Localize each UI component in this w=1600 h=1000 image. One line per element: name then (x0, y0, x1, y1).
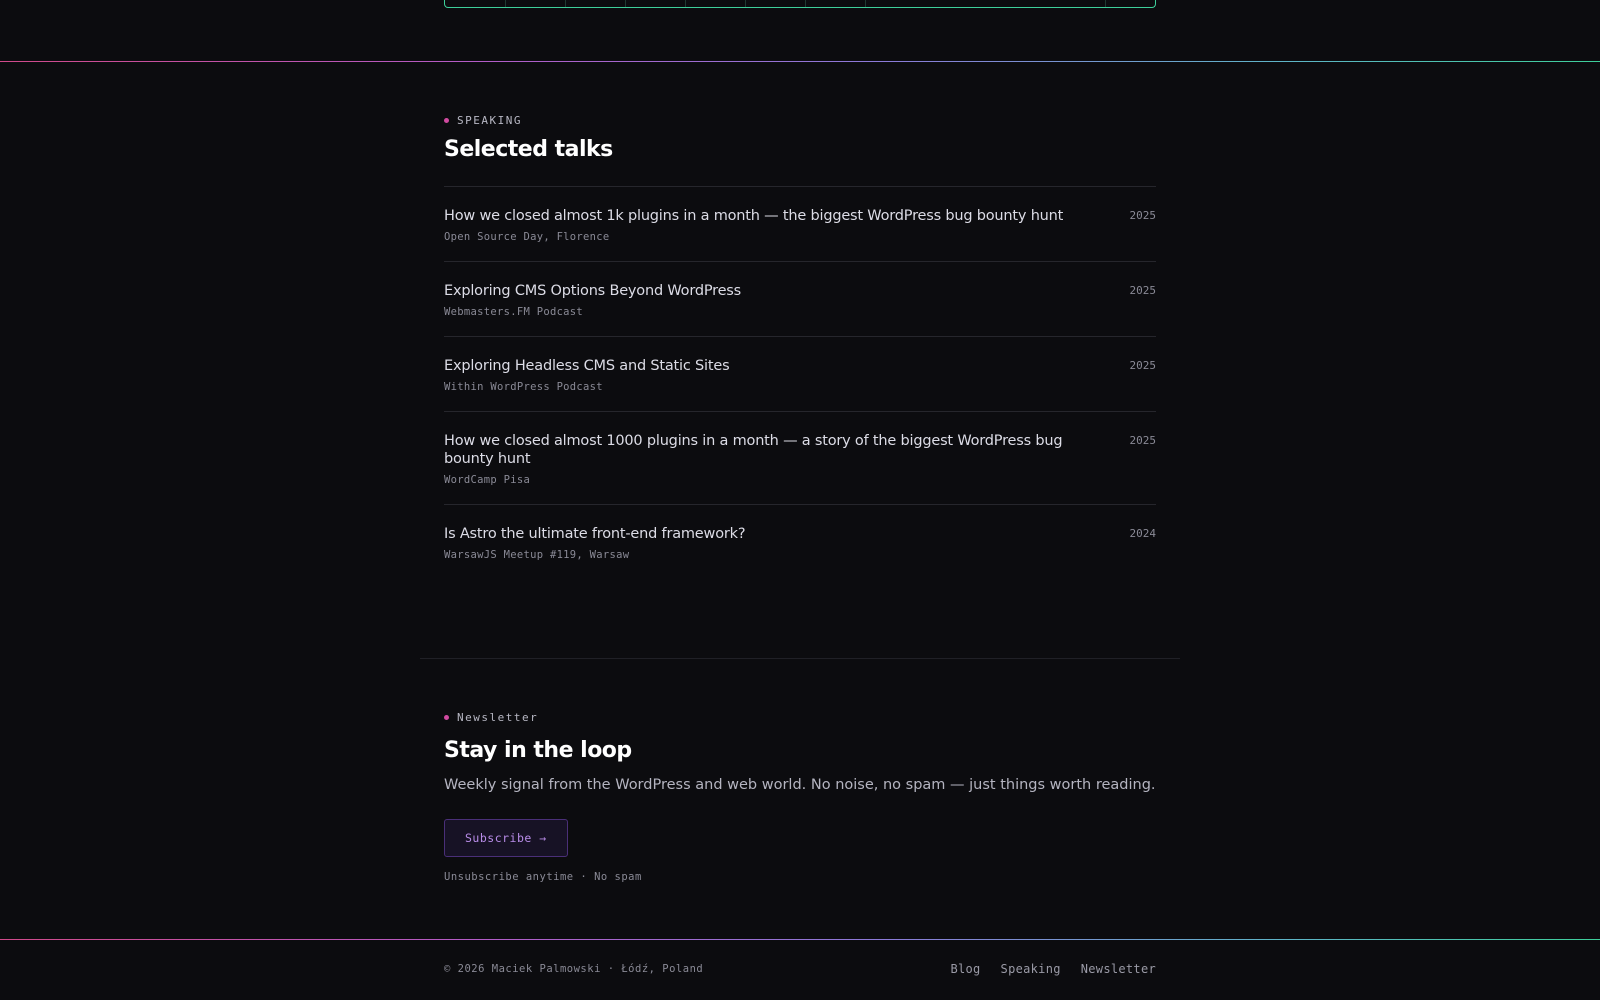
gradient-divider-top (0, 61, 1600, 62)
box-cell-divider (865, 0, 866, 7)
talk-main: Exploring CMS Options Beyond WordPress W… (444, 282, 1074, 318)
newsletter-description: Weekly signal from the WordPress and web… (444, 777, 1156, 793)
talk-item[interactable]: Is Astro the ultimate front-end framewor… (444, 505, 1156, 579)
box-cell-divider (565, 0, 566, 7)
talk-year: 2025 (1129, 434, 1157, 447)
talk-title[interactable]: Exploring Headless CMS and Static Sites (444, 357, 1074, 375)
newsletter-eyebrow-label: Newsletter (457, 711, 539, 724)
box-cell-divider (1105, 0, 1106, 7)
talk-item[interactable]: How we closed almost 1k plugins in a mon… (444, 187, 1156, 262)
eyebrow-dot-icon (444, 715, 449, 720)
previous-section-box (444, 0, 1156, 8)
talk-year: 2025 (1129, 209, 1157, 222)
talk-title[interactable]: How we closed almost 1000 plugins in a m… (444, 432, 1074, 468)
speaking-eyebrow: SPEAKING (444, 114, 1156, 127)
box-cell-divider (805, 0, 806, 7)
footer-link-speaking[interactable]: Speaking (1001, 962, 1061, 976)
talk-venue: Webmasters.FM Podcast (444, 306, 584, 318)
talk-list: How we closed almost 1k plugins in a mon… (444, 186, 1156, 579)
talk-year: 2025 (1129, 359, 1157, 372)
talk-main: Exploring Headless CMS and Static Sites … (444, 357, 1074, 393)
talk-year: 2024 (1129, 527, 1157, 540)
talk-venue: Open Source Day, Florence (444, 231, 610, 243)
newsletter-section: Newsletter Stay in the loop Weekly signa… (444, 711, 1156, 883)
eyebrow-dot-icon (444, 118, 449, 123)
footer-copyright: © 2026 Maciek Palmowski · Łódź, Poland (444, 963, 704, 975)
talk-venue: WordCamp Pisa (444, 474, 531, 486)
newsletter-note: Unsubscribe anytime · No spam (444, 871, 642, 883)
talk-main: How we closed almost 1k plugins in a mon… (444, 207, 1074, 243)
talk-venue: Within WordPress Podcast (444, 381, 603, 393)
speaking-eyebrow-label: SPEAKING (457, 114, 522, 127)
talk-main: Is Astro the ultimate front-end framewor… (444, 525, 1074, 561)
talk-venue: WarsawJS Meetup #119, Warsaw (444, 549, 630, 561)
footer-nav: Blog Speaking Newsletter (950, 962, 1156, 976)
box-cell-divider (685, 0, 686, 7)
box-cell-divider (745, 0, 746, 7)
talk-title[interactable]: Is Astro the ultimate front-end framewor… (444, 525, 1074, 543)
talk-item[interactable]: Exploring CMS Options Beyond WordPress W… (444, 262, 1156, 337)
gradient-divider-bottom (0, 939, 1600, 940)
talk-title[interactable]: Exploring CMS Options Beyond WordPress (444, 282, 1074, 300)
talk-item[interactable]: How we closed almost 1000 plugins in a m… (444, 412, 1156, 505)
page: SPEAKING Selected talks How we closed al… (0, 0, 1600, 1000)
footer-link-newsletter[interactable]: Newsletter (1081, 962, 1156, 976)
box-cell-divider (505, 0, 506, 7)
footer-link-blog[interactable]: Blog (950, 962, 980, 976)
subscribe-button[interactable]: Subscribe → (444, 819, 568, 857)
talk-item[interactable]: Exploring Headless CMS and Static Sites … (444, 337, 1156, 412)
section-divider (420, 658, 1180, 659)
speaking-section: SPEAKING Selected talks How we closed al… (444, 114, 1156, 579)
footer: © 2026 Maciek Palmowski · Łódź, Poland B… (444, 962, 1156, 976)
talk-title[interactable]: How we closed almost 1k plugins in a mon… (444, 207, 1074, 225)
box-cell-divider (625, 0, 626, 7)
speaking-title: Selected talks (444, 137, 613, 162)
newsletter-eyebrow: Newsletter (444, 711, 1156, 724)
talk-main: How we closed almost 1000 plugins in a m… (444, 432, 1074, 486)
newsletter-title: Stay in the loop (444, 738, 632, 763)
talk-year: 2025 (1129, 284, 1157, 297)
